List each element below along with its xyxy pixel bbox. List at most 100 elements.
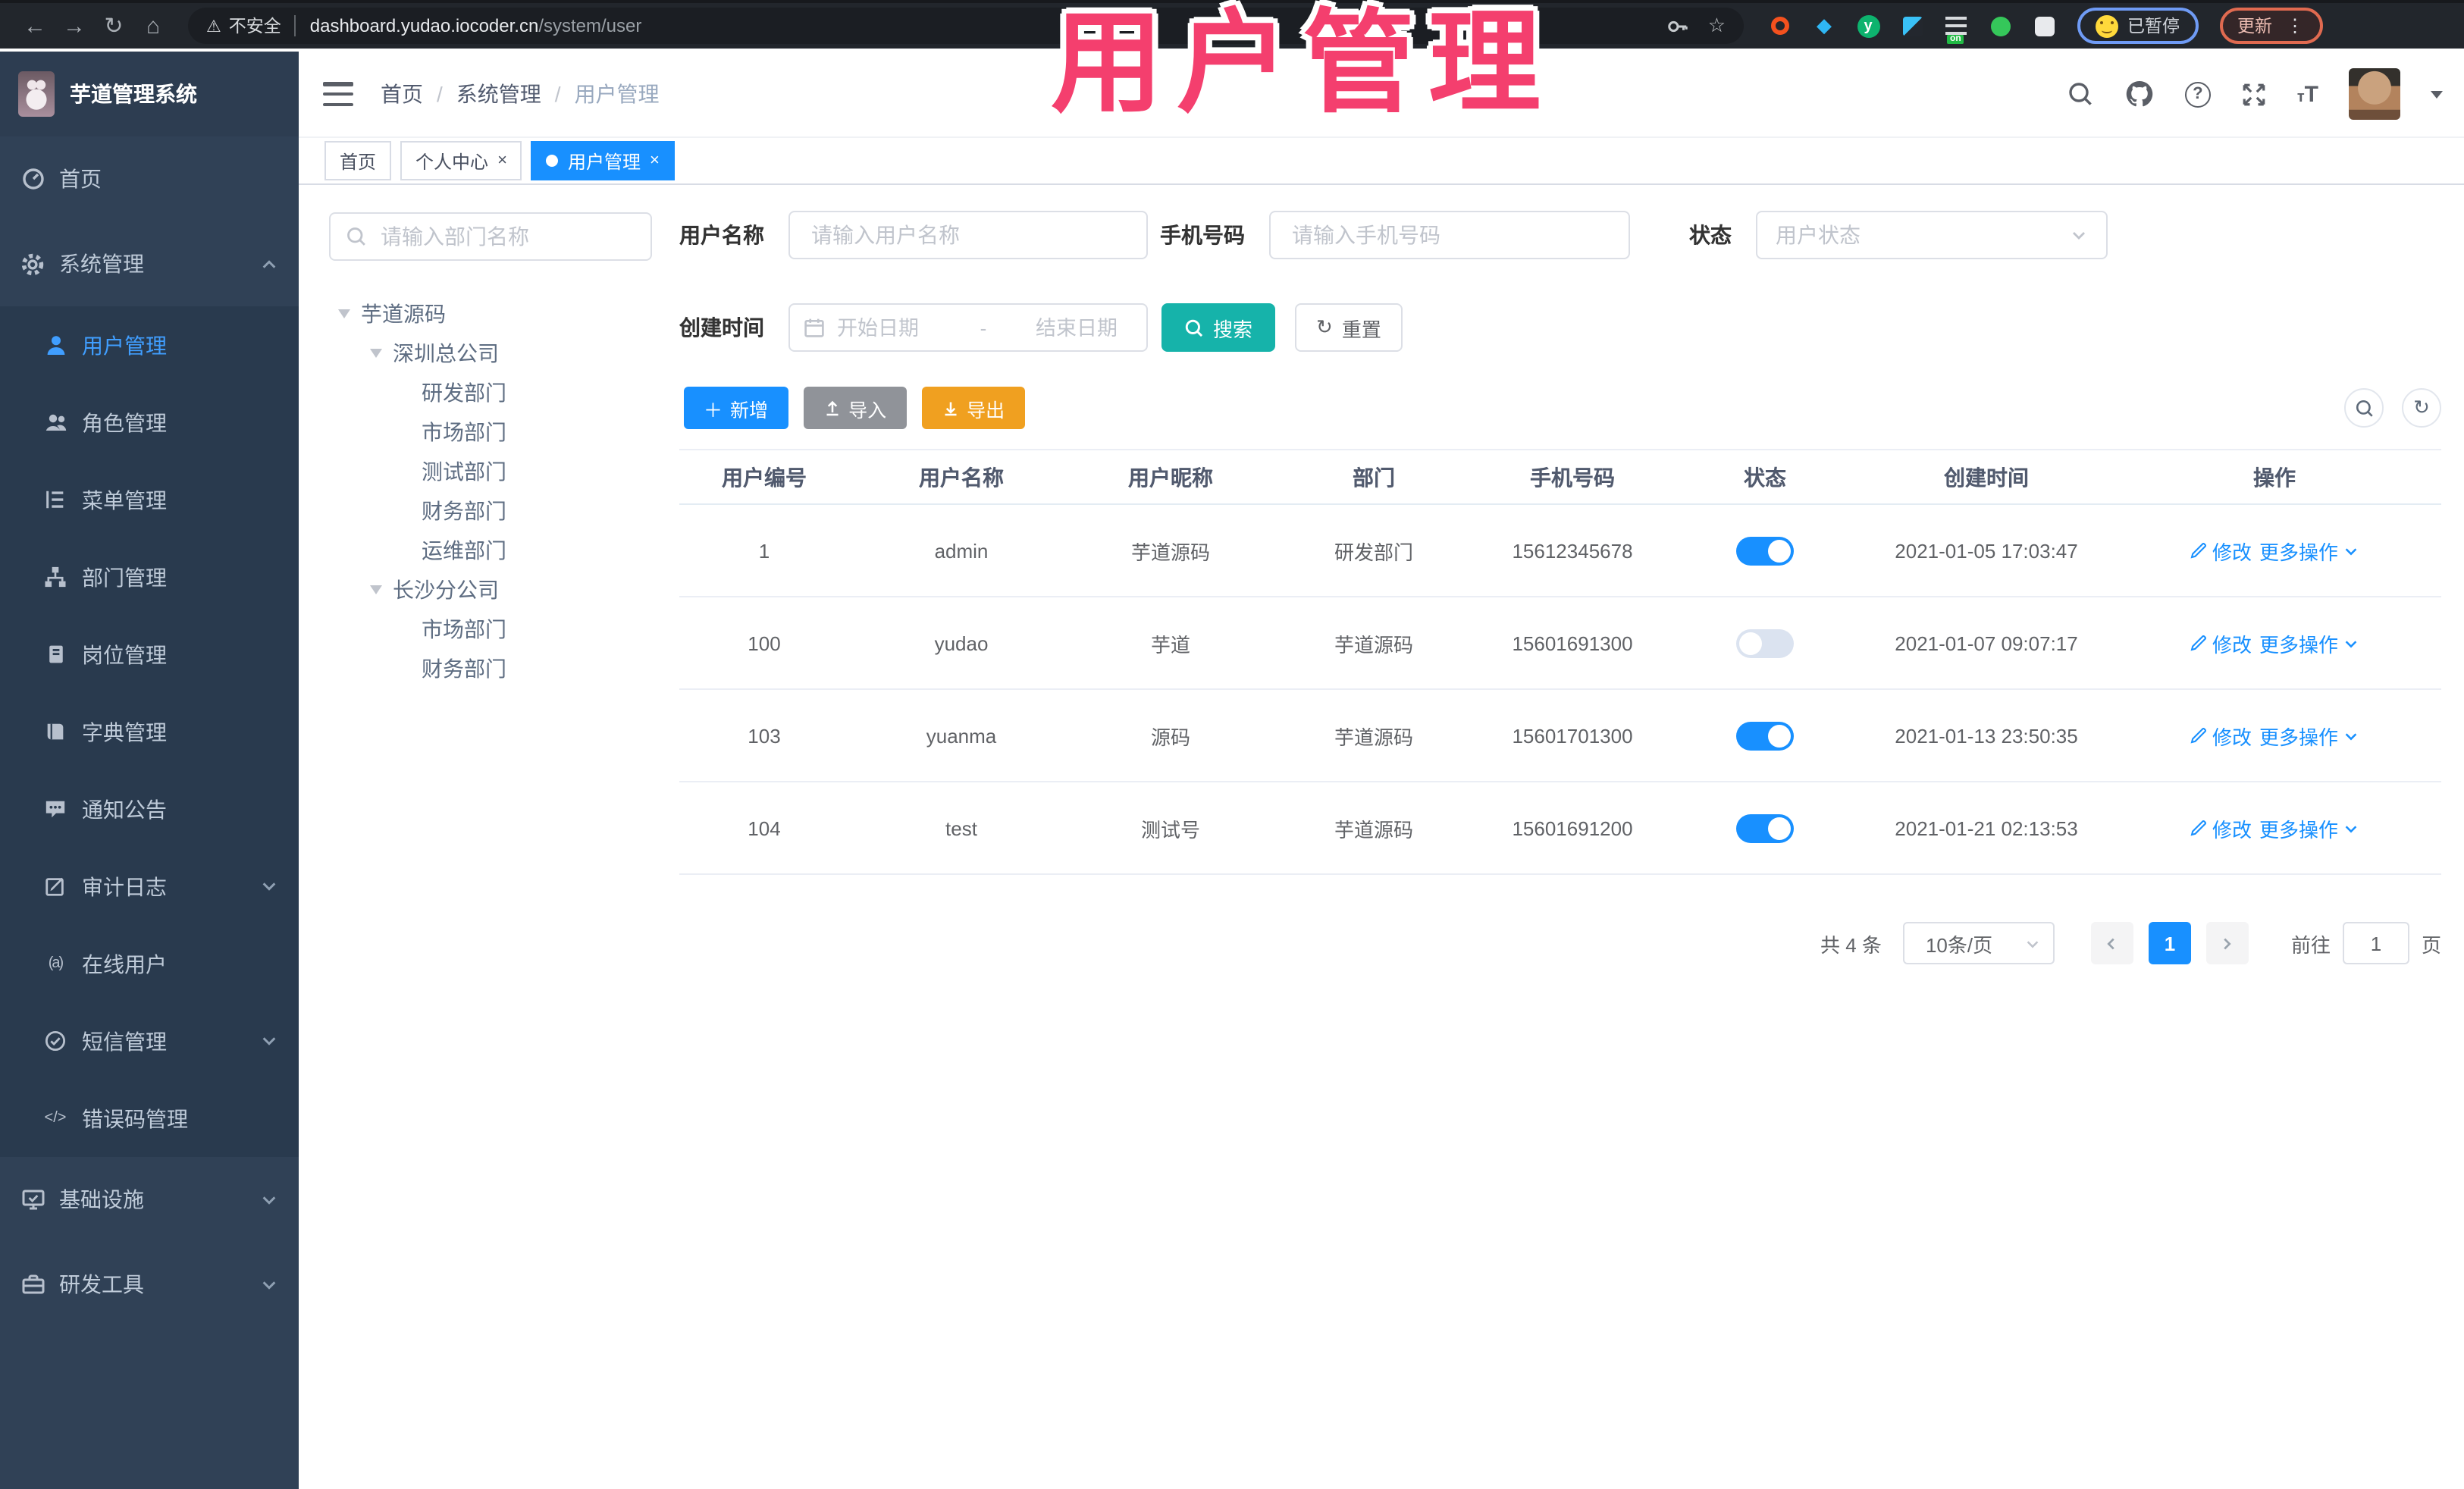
pencil-icon	[2190, 635, 2206, 651]
tree-node[interactable]: 测试部门	[329, 452, 652, 491]
extension-ring-icon[interactable]	[1768, 14, 1792, 38]
security-label[interactable]: 不安全	[229, 14, 281, 38]
dept-search[interactable]	[329, 212, 652, 261]
sidebar-item-roles[interactable]: 角色管理	[0, 384, 299, 461]
extension-y-icon[interactable]: y	[1856, 14, 1880, 38]
import-button[interactable]: 导入	[803, 387, 907, 429]
sidebar-item-menus[interactable]: 菜单管理	[0, 461, 299, 538]
goto-page-input[interactable]	[2342, 922, 2409, 964]
prev-page-button[interactable]	[2090, 922, 2133, 964]
refresh-table-button[interactable]: ↻	[2402, 388, 2441, 428]
more-actions-link[interactable]: 更多操作	[2259, 536, 2359, 565]
more-actions-link[interactable]: 更多操作	[2259, 721, 2359, 750]
badge-icon	[42, 641, 68, 667]
tag-tab-user-mgmt[interactable]: 用户管理 ×	[531, 141, 675, 180]
sidebar-item-system[interactable]: 系统管理	[0, 221, 299, 306]
fullscreen-icon[interactable]	[2241, 81, 2267, 107]
status-toggle[interactable]	[1736, 629, 1794, 657]
status-toggle[interactable]	[1736, 813, 1794, 842]
status-select[interactable]: 用户状态	[1756, 211, 2108, 259]
chevron-left-icon	[2108, 937, 2115, 949]
export-button[interactable]: 导出	[921, 387, 1025, 429]
status-toggle[interactable]	[1736, 721, 1794, 750]
more-actions-link[interactable]: 更多操作	[2259, 813, 2359, 842]
url-host[interactable]: dashboard.yudao.iocoder.cn	[310, 15, 539, 36]
username-label: 用户名称	[679, 223, 764, 247]
reset-button[interactable]: ↻ 重置	[1295, 303, 1403, 352]
browser-update-button[interactable]: 更新 ⋮	[2219, 8, 2322, 44]
close-icon[interactable]: ×	[497, 152, 507, 169]
edit-link[interactable]: 修改	[2190, 629, 2252, 657]
tree-node[interactable]: 财务部门	[329, 491, 652, 531]
sidebar-item-sms[interactable]: 短信管理	[0, 1002, 299, 1080]
sidebar-item-users[interactable]: 用户管理	[0, 306, 299, 384]
sidebar-item-error-codes[interactable]: </> 错误码管理	[0, 1080, 299, 1157]
more-actions-link[interactable]: 更多操作	[2259, 629, 2359, 657]
sidebar-item-posts[interactable]: 岗位管理	[0, 616, 299, 693]
tree-node[interactable]: 财务部门	[329, 649, 652, 688]
sidebar-item-depts[interactable]: 部门管理	[0, 538, 299, 616]
browser-menu-icon[interactable]: ⋮	[2286, 15, 2304, 36]
bookmark-star-icon[interactable]: ☆	[1708, 14, 1726, 38]
extension-switch-icon[interactable]: on	[1944, 14, 1968, 44]
tree-node[interactable]: 市场部门	[329, 412, 652, 452]
dept-search-input[interactable]	[378, 223, 635, 250]
app-logo[interactable]: 芋道管理系统	[0, 52, 299, 136]
caret-icon[interactable]	[338, 309, 350, 318]
username-input[interactable]	[808, 221, 1128, 249]
sidebar-item-dev-tools[interactable]: 研发工具	[0, 1242, 299, 1327]
page-number-current[interactable]: 1	[2148, 922, 2191, 964]
search-button[interactable]: 搜索	[1161, 303, 1276, 352]
tree-node[interactable]: 研发部门	[329, 373, 652, 412]
reload-icon[interactable]: ↻	[94, 6, 133, 45]
github-icon[interactable]	[2124, 79, 2155, 109]
profile-paused-chip[interactable]: 已暂停	[2077, 8, 2198, 44]
tree-node[interactable]: 运维部门	[329, 531, 652, 570]
extension-gem-icon[interactable]: ◆	[1812, 14, 1836, 38]
close-icon[interactable]: ×	[650, 152, 660, 169]
edit-link[interactable]: 修改	[2190, 813, 2252, 842]
key-icon[interactable]	[1667, 14, 1690, 37]
url-path[interactable]: /system/user	[538, 15, 641, 36]
edit-link[interactable]: 修改	[2190, 721, 2252, 750]
end-date-input[interactable]	[1033, 315, 1133, 340]
status-toggle[interactable]	[1736, 536, 1794, 565]
tree-node[interactable]: 市场部门	[329, 610, 652, 649]
extension-puzzle-icon[interactable]	[2032, 14, 2056, 38]
home-icon[interactable]: ⌂	[133, 6, 173, 45]
sidebar-item-home[interactable]: 首页	[0, 136, 299, 221]
sidebar-item-infra[interactable]: 基础设施	[0, 1157, 299, 1242]
collapse-sidebar-icon[interactable]	[323, 82, 353, 106]
tag-tab-profile[interactable]: 个人中心 ×	[400, 141, 522, 180]
date-range-picker[interactable]: -	[788, 303, 1148, 352]
tree-node[interactable]: 芋道源码	[329, 294, 652, 334]
add-button[interactable]: ＋新增	[684, 387, 788, 429]
start-date-input[interactable]	[834, 315, 934, 340]
toggle-search-button[interactable]	[2344, 388, 2384, 428]
user-avatar[interactable]	[2349, 68, 2400, 120]
tree-node[interactable]: 长沙分公司	[329, 570, 652, 610]
sidebar-item-online-users[interactable]: (a) 在线用户	[0, 925, 299, 1002]
sidebar-item-dict[interactable]: 字典管理	[0, 693, 299, 770]
tag-tab-home[interactable]: 首页	[324, 141, 392, 180]
caret-icon[interactable]	[370, 349, 382, 358]
back-icon[interactable]: ←	[15, 6, 55, 45]
tree-node[interactable]: 深圳总公司	[329, 334, 652, 373]
caret-icon[interactable]	[370, 585, 382, 594]
sidebar-item-notice[interactable]: 通知公告	[0, 770, 299, 848]
edit-link[interactable]: 修改	[2190, 536, 2252, 565]
extension-squares-icon[interactable]	[1900, 14, 1924, 38]
breadcrumb-system[interactable]: 系统管理	[456, 79, 541, 109]
extension-person-icon[interactable]	[1988, 14, 2012, 38]
avatar-caret-icon[interactable]	[2431, 90, 2443, 98]
next-page-button[interactable]	[2205, 922, 2249, 964]
breadcrumb-home[interactable]: 首页	[381, 79, 423, 109]
page-size-select[interactable]: 10条/页	[1902, 922, 2055, 964]
forward-icon[interactable]: →	[55, 6, 94, 45]
page-unit: 页	[2421, 933, 2441, 956]
search-icon[interactable]	[2067, 80, 2094, 108]
help-icon[interactable]: ?	[2184, 81, 2211, 107]
mobile-input[interactable]	[1289, 221, 1610, 249]
sidebar-item-audit-log[interactable]: 审计日志	[0, 848, 299, 925]
font-size-icon[interactable]: тT	[2297, 81, 2318, 107]
